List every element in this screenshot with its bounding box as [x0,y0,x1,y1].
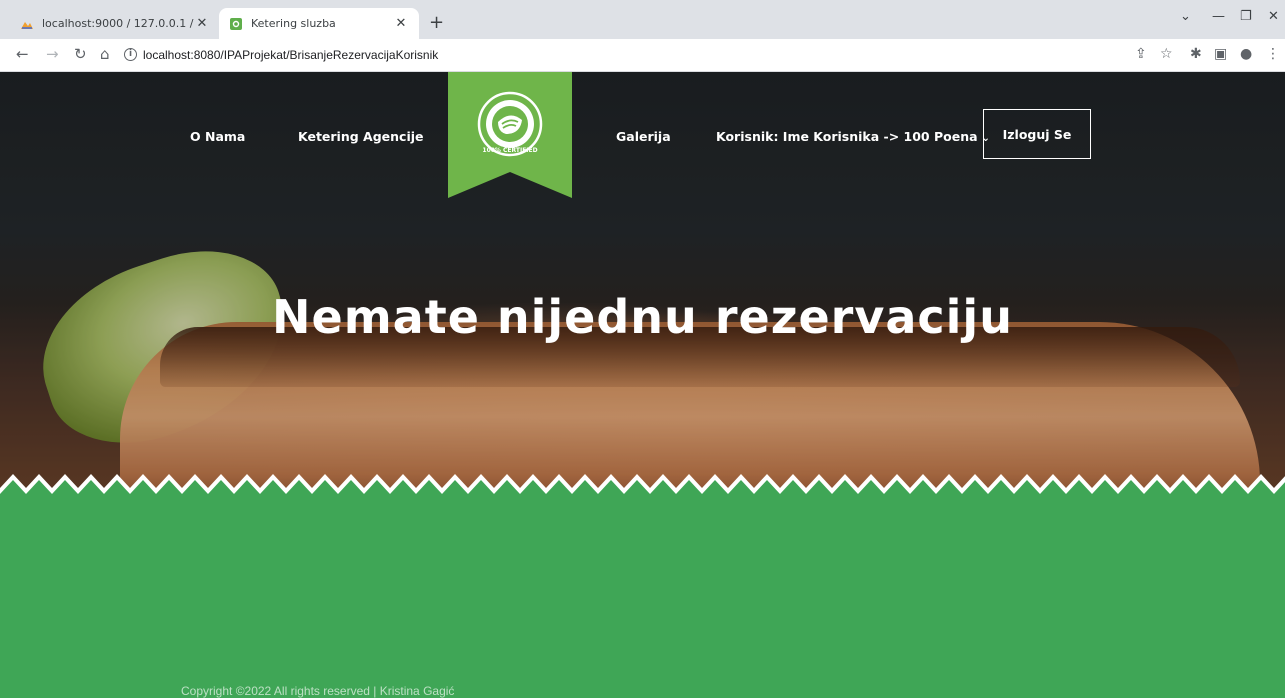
forward-icon[interactable]: → [46,45,59,63]
bookmark-star-icon[interactable]: ☆ [1160,46,1173,62]
footer-copyright: Copyright ©2022 All rights reserved | Kr… [181,684,455,698]
tab-title: localhost:9000 / 127.0.0.1 / keter [42,17,194,30]
certified-logo[interactable]: 100% CERTIFIED [448,72,572,198]
close-window-icon[interactable]: ✕ [1268,9,1279,24]
close-tab-icon[interactable]: ✕ [194,16,210,31]
address-bar[interactable]: localhost:8080/IPAProjekat/BrisanjeRezer… [143,48,438,62]
profile-icon[interactable]: ● [1240,46,1252,62]
home-icon[interactable]: ⌂ [100,45,110,63]
nav-o-nama[interactable]: O Nama [190,129,245,144]
page-content: O Nama Ketering Agencije 100% CERTIFIED … [0,72,1285,698]
nav-ketering-agencije[interactable]: Ketering Agencije [298,129,424,144]
tab-phpmyadmin[interactable]: localhost:9000 / 127.0.0.1 / keter ✕ [10,8,220,39]
browser-toolbar: ← → ↻ ⌂ i localhost:8080/IPAProjekat/Bri… [0,39,1285,72]
user-points-label: Korisnik: Ime Korisnika -> 100 Poena [716,129,978,144]
main-navigation: O Nama Ketering Agencije 100% CERTIFIED … [0,72,1285,202]
logout-label: Izloguj Se [1002,126,1072,142]
extensions-icon[interactable]: ✱ [1190,46,1202,62]
nav-user-dropdown[interactable]: Korisnik: Ime Korisnika -> 100 Poena ⌄ [716,129,990,144]
close-tab-icon[interactable]: ✕ [393,16,409,31]
browser-tab-strip: localhost:9000 / 127.0.0.1 / keter ✕ Ket… [0,0,1285,39]
logout-button[interactable]: Izloguj Se [983,109,1091,159]
logo-text: 100% CERTIFIED [482,147,537,154]
ketering-favicon [230,17,242,30]
reload-icon[interactable]: ↻ [74,45,87,63]
share-icon[interactable]: ⇪ [1135,46,1147,62]
zigzag-divider [0,474,1285,508]
green-section [0,492,1285,698]
restore-icon[interactable]: ❐ [1240,9,1252,24]
tab-title: Ketering sluzba [251,17,336,30]
hero-title: Nemate nijednu rezervaciju [272,290,1013,344]
back-icon[interactable]: ← [16,45,29,63]
nav-galerija[interactable]: Galerija [616,129,671,144]
tab-ketering[interactable]: Ketering sluzba ✕ [219,8,419,39]
minimize-icon[interactable]: — [1212,9,1225,24]
site-info-icon[interactable]: i [124,48,137,61]
tab-search-icon[interactable]: ⌄ [1180,9,1191,24]
phpmyadmin-icon [21,21,33,29]
side-panel-icon[interactable]: ▣ [1214,46,1227,62]
new-tab-icon[interactable]: + [429,12,444,33]
menu-icon[interactable]: ⋮ [1266,46,1280,62]
